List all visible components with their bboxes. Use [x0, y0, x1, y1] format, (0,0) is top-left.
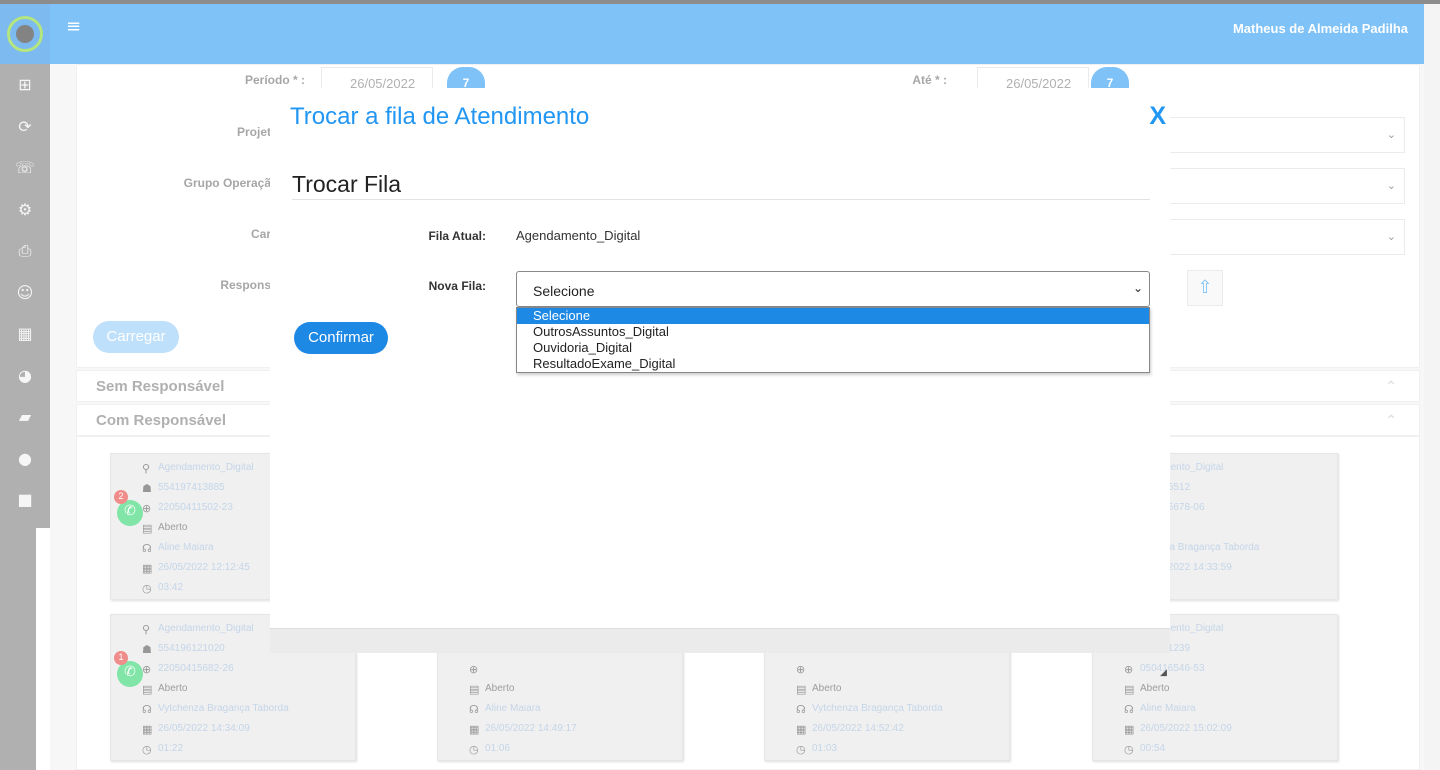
confirmar-button[interactable]: Confirmar	[294, 322, 388, 354]
nova-fila-dropdown: Selecione OutrosAssuntos_Digital Ouvidor…	[516, 307, 1150, 373]
close-icon[interactable]: X	[1149, 102, 1166, 131]
modal-footer	[270, 628, 1170, 653]
dropdown-option[interactable]: OutrosAssuntos_Digital	[517, 324, 1149, 340]
fila-atual-value: Agendamento_Digital	[516, 228, 641, 243]
chevron-down-icon: ⌄	[1132, 281, 1143, 295]
modal-title: Trocar a fila de Atendimento	[290, 103, 590, 130]
dropdown-option[interactable]: ResultadoExame_Digital	[517, 356, 1149, 372]
heading-divider	[292, 199, 1150, 200]
nova-fila-label: Nova Fila:	[428, 279, 486, 293]
dropdown-option[interactable]: Selecione	[517, 308, 1149, 324]
fila-atual-label: Fila Atual:	[428, 229, 486, 243]
modal-heading: Trocar Fila	[292, 171, 402, 197]
nova-fila-select[interactable]: Selecione ⌄	[516, 271, 1150, 307]
dropdown-option[interactable]: Ouvidoria_Digital	[517, 340, 1149, 356]
nova-fila-selected-value: Selecione	[533, 283, 595, 299]
trocar-fila-modal: Trocar a fila de Atendimento X Trocar Fi…	[270, 88, 1170, 628]
resize-handle-icon[interactable]: ◢	[1160, 668, 1167, 678]
